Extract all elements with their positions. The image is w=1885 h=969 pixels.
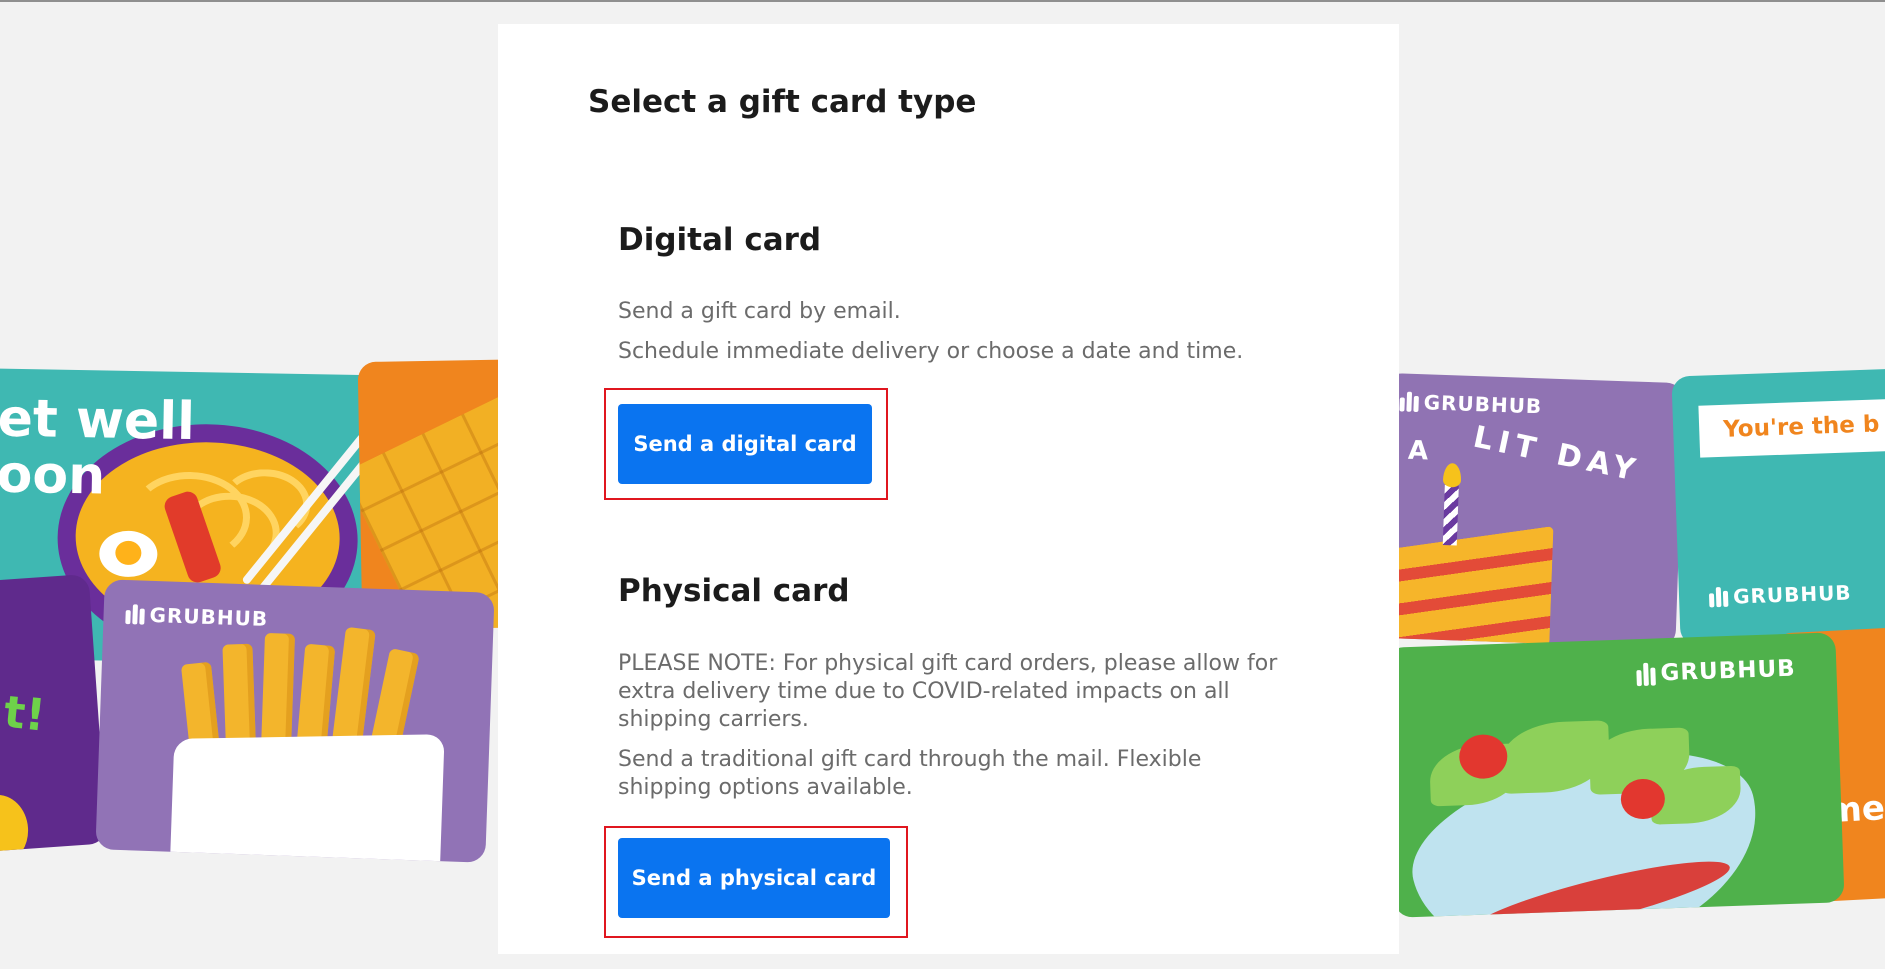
- grubhub-logo: GRUBHUB: [125, 602, 268, 631]
- grubhub-logo: GRUBHUB: [1708, 580, 1852, 609]
- top-border: [0, 0, 1885, 2]
- youre-the-best-text: You're the b: [1722, 411, 1880, 443]
- flame-icon: [1442, 462, 1462, 488]
- lit-day-text: LIT DAY: [1470, 419, 1644, 490]
- digital-card-heading: Digital card: [618, 222, 822, 258]
- gift-card-partial-image: t!: [0, 573, 108, 853]
- gift-card-youre-the-best-image: You're the b GRUBHUB: [1671, 367, 1885, 647]
- digital-card-description-line2: Schedule immediate delivery or choose a …: [618, 339, 1244, 364]
- grubhub-logo-text: GRUBHUB: [1660, 655, 1797, 687]
- digital-card-description-line1: Send a gift card by email.: [618, 299, 901, 324]
- physical-card-note: PLEASE NOTE: For physical gift card orde…: [618, 651, 1278, 732]
- fries-container: [169, 734, 445, 863]
- send-digital-card-button[interactable]: Send a digital card: [618, 404, 872, 484]
- grubhub-logo-icon: [1399, 391, 1419, 413]
- get-well-text: et well oon: [0, 388, 196, 507]
- grubhub-logo-text: GRUBHUB: [149, 602, 269, 631]
- gift-card-type-panel: Select a gift card type Digital card Sen…: [498, 24, 1399, 954]
- candle-illustration: [1442, 485, 1459, 546]
- grubhub-logo-icon: [1708, 587, 1729, 608]
- grubhub-logo-icon: [1636, 662, 1656, 686]
- grubhub-logo-text: GRUBHUB: [1423, 390, 1543, 419]
- grubhub-logo-icon: [125, 604, 145, 625]
- card-exclamation-text: t!: [1, 686, 48, 742]
- grubhub-logo: GRUBHUB: [1399, 389, 1543, 419]
- physical-card-heading: Physical card: [618, 573, 850, 609]
- youre-the-best-banner: You're the b: [1698, 396, 1885, 458]
- physical-card-description: Send a traditional gift card through the…: [618, 747, 1202, 800]
- page-title: Select a gift card type: [588, 84, 977, 120]
- send-physical-card-button[interactable]: Send a physical card: [618, 838, 890, 918]
- yellow-shape: [0, 792, 31, 853]
- cake-illustration: [1380, 526, 1554, 649]
- gift-card-fries-image: GRUBHUB: [95, 579, 495, 863]
- lit-day-a-text: A: [1407, 435, 1429, 467]
- gift-card-salad-image: GRUBHUB: [1385, 632, 1845, 918]
- grubhub-logo-text: GRUBHUB: [1732, 580, 1852, 609]
- gift-card-lit-day-image: GRUBHUB A LIT DAY: [1375, 372, 1685, 649]
- grubhub-logo: GRUBHUB: [1636, 656, 1796, 688]
